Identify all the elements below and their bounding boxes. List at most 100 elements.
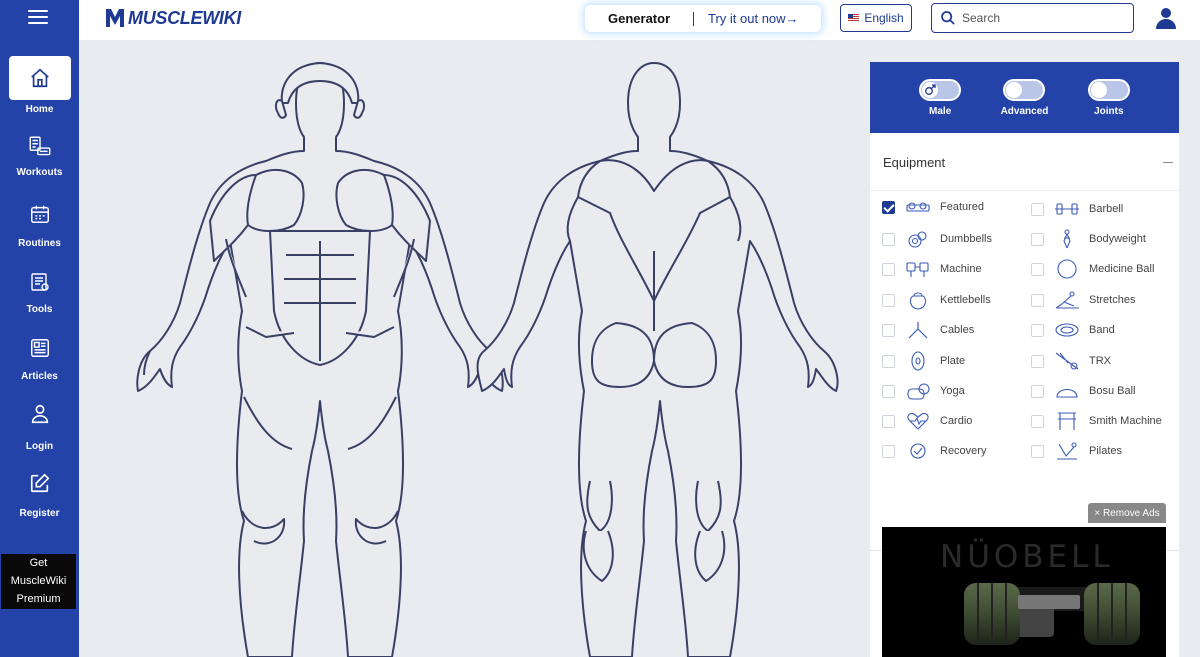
equipment-kettlebells[interactable]: Kettlebells bbox=[882, 290, 991, 310]
equipment-label: Bodyweight bbox=[1089, 233, 1146, 245]
equipment-bodyweight[interactable]: Bodyweight bbox=[1031, 229, 1146, 249]
sidebar-item-label: Register bbox=[19, 508, 60, 519]
checkbox[interactable] bbox=[882, 293, 895, 307]
sidebar-item-login[interactable]: Login bbox=[0, 402, 79, 452]
back-body-figure[interactable] bbox=[476, 62, 839, 657]
search-input[interactable] bbox=[962, 11, 1122, 25]
edit-icon bbox=[30, 473, 49, 493]
toggle-label: Advanced bbox=[1000, 106, 1049, 117]
muscle-map[interactable] bbox=[80, 41, 858, 657]
checkbox[interactable] bbox=[882, 232, 895, 246]
remove-ads-button[interactable]: × Remove Ads bbox=[1088, 503, 1166, 523]
equipment-yoga[interactable]: Yoga bbox=[882, 381, 965, 401]
equipment-stretches[interactable]: Stretches bbox=[1031, 290, 1135, 310]
plate-icon bbox=[911, 351, 925, 371]
checkbox[interactable] bbox=[1031, 414, 1044, 428]
checkbox[interactable] bbox=[882, 262, 895, 276]
checkbox[interactable] bbox=[1031, 323, 1044, 337]
sidebar-item-workouts[interactable]: Workouts bbox=[0, 134, 79, 178]
equipment-bosu-ball[interactable]: Bosu Ball bbox=[1031, 381, 1135, 401]
premium-button[interactable]: Get MuscleWiki Premium bbox=[1, 554, 76, 609]
checkbox[interactable] bbox=[882, 414, 895, 428]
sidebar-item-home[interactable]: Home bbox=[0, 56, 79, 115]
sidebar-item-tools[interactable]: Tools bbox=[0, 270, 79, 315]
bodyweight-icon bbox=[1063, 229, 1071, 249]
sidebar-item-register[interactable]: Register bbox=[0, 472, 79, 519]
kettlebell-icon bbox=[909, 292, 927, 310]
equipment-list: Featured Barbell Dumbbells Bodyweight Ma… bbox=[870, 191, 1179, 551]
equipment-smith-machine[interactable]: Smith Machine bbox=[1031, 411, 1162, 431]
equipment-title: Equipment bbox=[883, 155, 946, 170]
account-icon[interactable] bbox=[1156, 7, 1176, 30]
dumbbells-icon bbox=[908, 231, 927, 248]
logo[interactable]: MUSCLEWIKI bbox=[105, 7, 241, 29]
toggle-joints[interactable]: Joints bbox=[1079, 62, 1139, 133]
premium-line: Premium bbox=[16, 593, 61, 605]
calendar-icon bbox=[30, 205, 49, 223]
checkbox[interactable] bbox=[882, 354, 895, 368]
checkbox[interactable] bbox=[882, 444, 895, 458]
advertisement[interactable]: NÜOBELL bbox=[882, 527, 1166, 657]
sidebar-item-label: Tools bbox=[26, 304, 53, 315]
dumbbell-ad-image bbox=[964, 583, 1140, 645]
equipment-featured[interactable]: Featured bbox=[882, 197, 984, 217]
male-symbol-icon bbox=[925, 84, 936, 95]
toggle-male[interactable]: Male bbox=[910, 62, 970, 133]
checkbox[interactable] bbox=[1031, 444, 1044, 458]
male-toggle[interactable] bbox=[919, 79, 962, 101]
equipment-header[interactable]: Equipment bbox=[870, 133, 1179, 191]
band-icon bbox=[1055, 323, 1079, 337]
checkbox[interactable] bbox=[1031, 232, 1044, 246]
checkbox[interactable] bbox=[1031, 262, 1044, 276]
toggle-advanced[interactable]: Advanced bbox=[994, 62, 1054, 133]
sidebar: Home Workouts Routines Tools Articles Lo… bbox=[0, 0, 79, 657]
checkbox[interactable] bbox=[1031, 293, 1044, 307]
workouts-icon bbox=[29, 136, 50, 156]
equipment-recovery[interactable]: Recovery bbox=[882, 441, 986, 461]
sidebar-item-articles[interactable]: Articles bbox=[0, 337, 79, 382]
search-box[interactable] bbox=[931, 3, 1134, 33]
equipment-cables[interactable]: Cables bbox=[882, 320, 974, 340]
equipment-cardio[interactable]: Cardio bbox=[882, 411, 972, 431]
equipment-label: Barbell bbox=[1089, 203, 1124, 215]
knob bbox=[1090, 82, 1107, 98]
equipment-label: Dumbbells bbox=[940, 233, 992, 245]
equipment-dumbbells[interactable]: Dumbbells bbox=[882, 229, 992, 249]
equipment-label: Smith Machine bbox=[1089, 415, 1162, 427]
filter-panel: Male Advanced Joints Equipment Featured … bbox=[870, 62, 1179, 657]
barbell-icon bbox=[1055, 203, 1079, 215]
equipment-band[interactable]: Band bbox=[1031, 320, 1115, 340]
equipment-label: Yoga bbox=[940, 385, 965, 397]
yoga-icon bbox=[907, 383, 930, 400]
advanced-toggle[interactable] bbox=[1003, 79, 1046, 101]
articles-icon bbox=[30, 339, 49, 357]
generator-label: Generator bbox=[608, 11, 671, 26]
checkbox[interactable] bbox=[1031, 354, 1044, 368]
toggle-label: Male bbox=[929, 106, 952, 117]
cardio-icon bbox=[907, 412, 929, 430]
medicine-ball-icon bbox=[1057, 259, 1077, 279]
equipment-barbell[interactable]: Barbell bbox=[1031, 199, 1123, 219]
collapse-icon[interactable] bbox=[1163, 162, 1173, 163]
logo-text: MUSCLEWIKI bbox=[128, 7, 241, 28]
checkbox[interactable] bbox=[882, 384, 895, 398]
checkbox[interactable] bbox=[1031, 202, 1044, 216]
equipment-trx[interactable]: TRX bbox=[1031, 351, 1111, 371]
sidebar-item-routines[interactable]: Routines bbox=[0, 203, 79, 249]
try-it-link[interactable]: Try it out now→ bbox=[694, 11, 799, 26]
language-selector[interactable]: English bbox=[840, 4, 912, 32]
menu-icon[interactable] bbox=[28, 10, 48, 26]
equipment-plate[interactable]: Plate bbox=[882, 351, 965, 371]
generator-banner[interactable]: Generator Try it out now→ bbox=[585, 5, 821, 32]
checkbox[interactable] bbox=[882, 323, 895, 337]
equipment-label: Cables bbox=[940, 324, 975, 336]
sidebar-item-label: Articles bbox=[21, 371, 58, 382]
front-body-figure[interactable] bbox=[136, 62, 504, 657]
equipment-label: TRX bbox=[1089, 355, 1111, 367]
checkbox[interactable] bbox=[882, 200, 895, 214]
equipment-machine[interactable]: Machine bbox=[882, 259, 982, 279]
equipment-medicine-ball[interactable]: Medicine Ball bbox=[1031, 259, 1154, 279]
equipment-pilates[interactable]: Pilates bbox=[1031, 441, 1122, 461]
joints-toggle[interactable] bbox=[1087, 79, 1130, 101]
checkbox[interactable] bbox=[1031, 384, 1044, 398]
